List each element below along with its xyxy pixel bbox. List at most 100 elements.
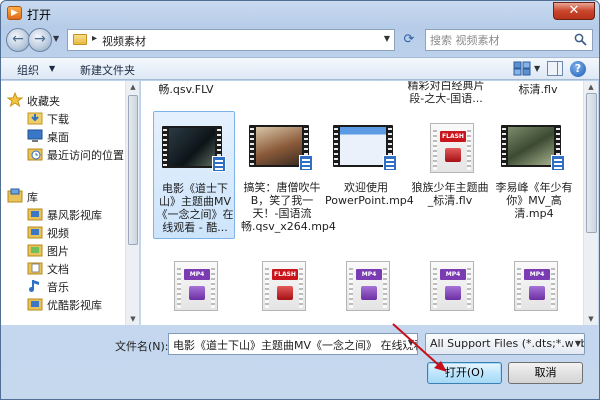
- organize-button[interactable]: 组织: [17, 62, 39, 78]
- play-icon: [529, 286, 545, 300]
- document-icon: FLASH: [262, 261, 306, 311]
- file-name-partial[interactable]: 标清.flv: [495, 83, 581, 96]
- type-tag: MP4: [524, 269, 550, 280]
- scrollbar-thumb[interactable]: [586, 93, 597, 233]
- cancel-button[interactable]: 取消: [508, 362, 583, 384]
- refresh-icon[interactable]: ⟳: [399, 31, 419, 49]
- search-icon[interactable]: [574, 33, 587, 46]
- address-bar[interactable]: ▸ 视频素材 ▼: [67, 29, 395, 51]
- filename-value[interactable]: 电影《道士下山》主题曲MV《一念之间》 在线观看: [173, 337, 417, 353]
- new-folder-button[interactable]: 新建文件夹: [80, 62, 135, 78]
- sidebar-item-label: 音乐: [47, 281, 69, 294]
- scroll-down-icon[interactable]: ▼: [128, 314, 138, 324]
- history-dropdown-icon[interactable]: ▼: [53, 34, 59, 43]
- type-tag: FLASH: [440, 131, 466, 142]
- sidebar-item-label: 文档: [47, 263, 69, 276]
- help-icon[interactable]: ?: [570, 61, 586, 77]
- file-item[interactable]: MP4: [493, 249, 575, 325]
- file-name: 欢迎使用PowerPoint.mp4: [325, 181, 414, 207]
- type-tag: MP4: [356, 269, 382, 280]
- view-dropdown-icon[interactable]: ▼: [534, 64, 540, 73]
- video-thumbnail: [333, 115, 399, 177]
- window-title: 打开: [27, 8, 52, 22]
- file-name-partial[interactable]: 畅.qsv.FLV: [143, 83, 229, 96]
- type-tag: FLASH: [272, 269, 298, 280]
- scrollbar-thumb[interactable]: [128, 95, 138, 245]
- document-icon: MP4: [174, 261, 218, 311]
- library-icon: [7, 188, 23, 203]
- search-box[interactable]: [425, 29, 593, 51]
- star-icon: [7, 92, 23, 107]
- mp4-file-thumbnail: MP4: [417, 253, 483, 315]
- play-icon: [277, 286, 293, 300]
- video-library-icon: [27, 208, 43, 221]
- flash-file-thumbnail: FLASH: [417, 115, 483, 177]
- filename-input[interactable]: 电影《道士下山》主题曲MV《一念之间》 在线观看 ▼: [168, 333, 418, 355]
- scroll-down-icon[interactable]: ▼: [586, 314, 596, 324]
- file-type-dropdown-icon[interactable]: ▼: [572, 339, 581, 348]
- close-button[interactable]: ✕: [553, 2, 595, 20]
- file-name: 李易峰《年少有你》MV_高清.mp4: [495, 181, 573, 220]
- organize-dropdown-icon[interactable]: ▼: [49, 64, 55, 73]
- sidebar-item-label: 视频: [47, 227, 69, 240]
- player-badge-icon: [383, 155, 397, 171]
- player-badge-icon: [299, 155, 313, 171]
- app-icon: ▶: [7, 6, 22, 20]
- document-icon: MP4: [514, 261, 558, 311]
- video-library-icon: [27, 226, 43, 239]
- breadcrumb-separator-icon[interactable]: ▸: [92, 33, 97, 44]
- open-button[interactable]: 打开(O): [427, 362, 502, 384]
- address-dropdown-icon[interactable]: ▼: [384, 34, 390, 43]
- file-list: 畅.qsv.FLV 精彩对白经典片段-之大-国语... 标清.flv 电影《道士…: [141, 81, 583, 325]
- sidebar-item-label: 最近访问的位置: [47, 149, 124, 162]
- scroll-up-icon[interactable]: ▲: [586, 82, 596, 92]
- video-thumbnail: [249, 115, 315, 177]
- play-icon: [445, 286, 461, 300]
- file-item[interactable]: 李易峰《年少有你》MV_高清.mp4: [493, 111, 575, 239]
- desktop-icon: [27, 129, 43, 142]
- file-item[interactable]: 搞笑：唐僧吹牛B，笑了我一天！-国语流畅.qsv_x264.mp4: [241, 111, 336, 239]
- file-type-select[interactable]: All Support Files (*.dts;*.web ▼: [425, 333, 585, 355]
- filename-dropdown-icon[interactable]: ▼: [405, 338, 414, 347]
- mp4-file-thumbnail: MP4: [161, 253, 227, 315]
- file-item[interactable]: FLASH: [241, 249, 323, 325]
- dialog-footer: 文件名(N): 电影《道士下山》主题曲MV《一念之间》 在线观看 ▼ All S…: [1, 326, 599, 399]
- sidebar-scrollbar[interactable]: ▲ ▼: [125, 81, 139, 325]
- music-icon: [29, 280, 39, 292]
- mp4-file-thumbnail: MP4: [501, 253, 567, 315]
- download-folder-icon: [27, 112, 43, 125]
- file-item[interactable]: MP4: [409, 249, 491, 325]
- file-type-value[interactable]: All Support Files (*.dts;*.web: [430, 337, 584, 350]
- folder-icon: [73, 34, 87, 45]
- search-input[interactable]: [430, 32, 570, 48]
- file-item[interactable]: MP4: [325, 249, 407, 325]
- file-item[interactable]: FLASH 狼族少年主题曲_标清.flv: [409, 111, 491, 239]
- type-tag: MP4: [184, 269, 210, 280]
- play-icon: [445, 148, 461, 162]
- video-thumbnail: [501, 115, 567, 177]
- documents-library-icon: [27, 262, 43, 275]
- sidebar-item-label: 桌面: [47, 131, 69, 144]
- breadcrumb-current-folder[interactable]: 视频素材: [102, 33, 146, 49]
- mp4-file-thumbnail: MP4: [333, 253, 399, 315]
- navigation-pane: 收藏夹 下载 桌面 最近访问的位置 库 暴风影视库 视频 图片 文档 音乐 优酷…: [1, 81, 140, 325]
- file-name-partial[interactable]: 精彩对白经典片段-之大-国语...: [403, 81, 489, 105]
- file-item[interactable]: MP4: [153, 249, 235, 325]
- file-item[interactable]: 电影《道士下山》主题曲MV《一念之间》在线观看 - 酷...: [153, 111, 235, 239]
- play-icon: [189, 286, 205, 300]
- command-toolbar: 组织 ▼ 新建文件夹 ▼ ?: [1, 57, 599, 80]
- scroll-up-icon[interactable]: ▲: [128, 82, 138, 92]
- player-badge-icon: [551, 155, 565, 171]
- document-icon: MP4: [346, 261, 390, 311]
- file-item[interactable]: 欢迎使用PowerPoint.mp4: [325, 111, 414, 239]
- forward-button[interactable]: →: [28, 28, 52, 52]
- back-button[interactable]: ←: [6, 28, 30, 52]
- change-view-icon[interactable]: [513, 61, 531, 76]
- preview-pane-icon[interactable]: [547, 61, 563, 76]
- title-bar: ▶ 打开 ✕: [1, 1, 599, 25]
- recent-places-icon: [27, 148, 43, 161]
- flash-file-thumbnail: FLASH: [249, 253, 315, 315]
- file-list-scrollbar[interactable]: ▲ ▼: [583, 81, 598, 325]
- sidebar-item-label: 优酷影视库: [47, 299, 102, 312]
- play-icon: [361, 286, 377, 300]
